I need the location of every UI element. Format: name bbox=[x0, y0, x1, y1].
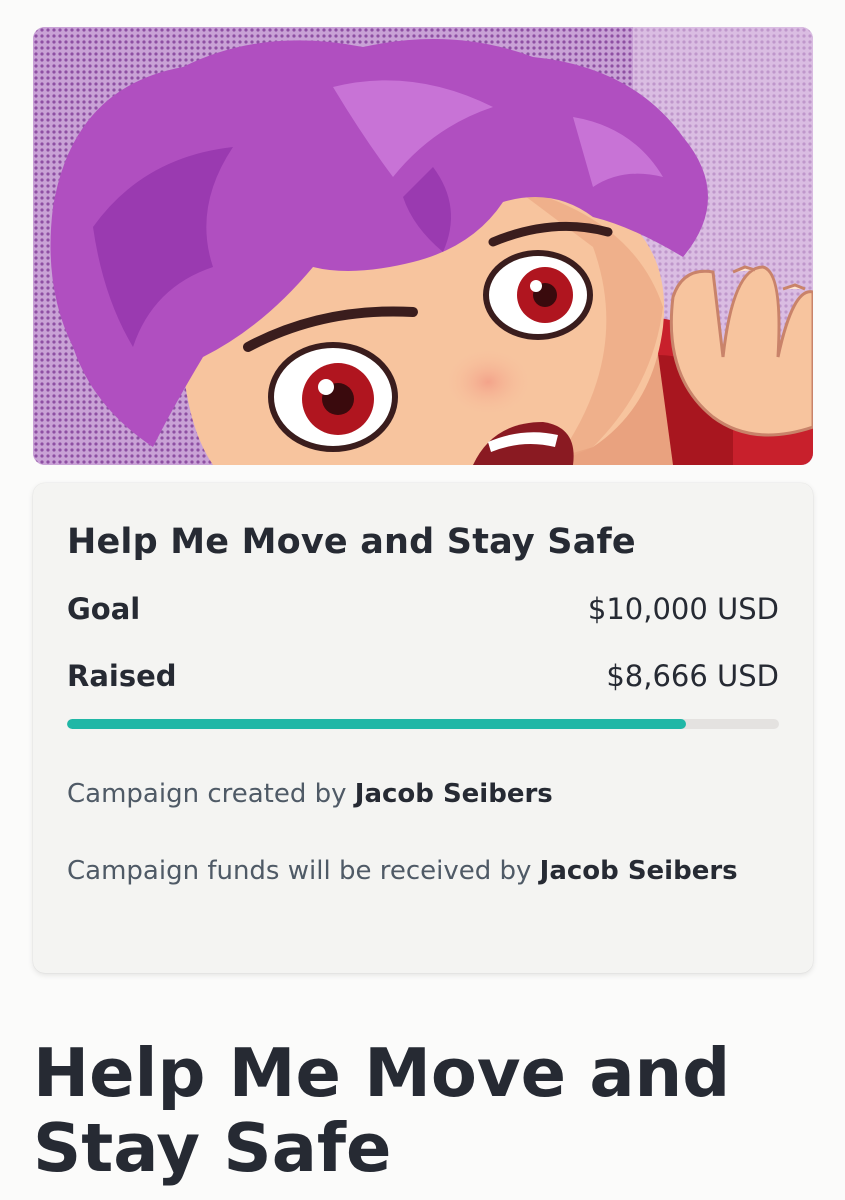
campaign-creator-line: Campaign created by Jacob Seibers bbox=[67, 779, 553, 809]
campaign-summary-card: Help Me Move and Stay Safe Goal $10,000 … bbox=[33, 483, 813, 973]
creator-prefix: Campaign created by bbox=[67, 779, 347, 809]
campaign-cover-image bbox=[33, 27, 813, 465]
recipient-prefix: Campaign funds will be received by bbox=[67, 856, 532, 886]
campaign-recipient-line: Campaign funds will be received by Jacob… bbox=[67, 856, 738, 886]
raised-value: $8,666 USD bbox=[606, 659, 779, 693]
campaign-card-title: Help Me Move and Stay Safe bbox=[67, 522, 636, 562]
creator-name: Jacob Seibers bbox=[354, 779, 553, 809]
goal-label: Goal bbox=[67, 592, 141, 626]
page-title: Help Me Move and Stay Safe bbox=[33, 1034, 731, 1188]
recipient-name: Jacob Seibers bbox=[539, 856, 738, 886]
goal-row: Goal $10,000 USD bbox=[67, 592, 779, 626]
raised-label: Raised bbox=[67, 659, 177, 693]
funding-progress-bar bbox=[67, 719, 779, 729]
funding-progress-fill bbox=[67, 719, 687, 729]
campaign-cover-illustration bbox=[33, 27, 813, 465]
raised-row: Raised $8,666 USD bbox=[67, 659, 779, 693]
goal-value: $10,000 USD bbox=[587, 592, 779, 626]
